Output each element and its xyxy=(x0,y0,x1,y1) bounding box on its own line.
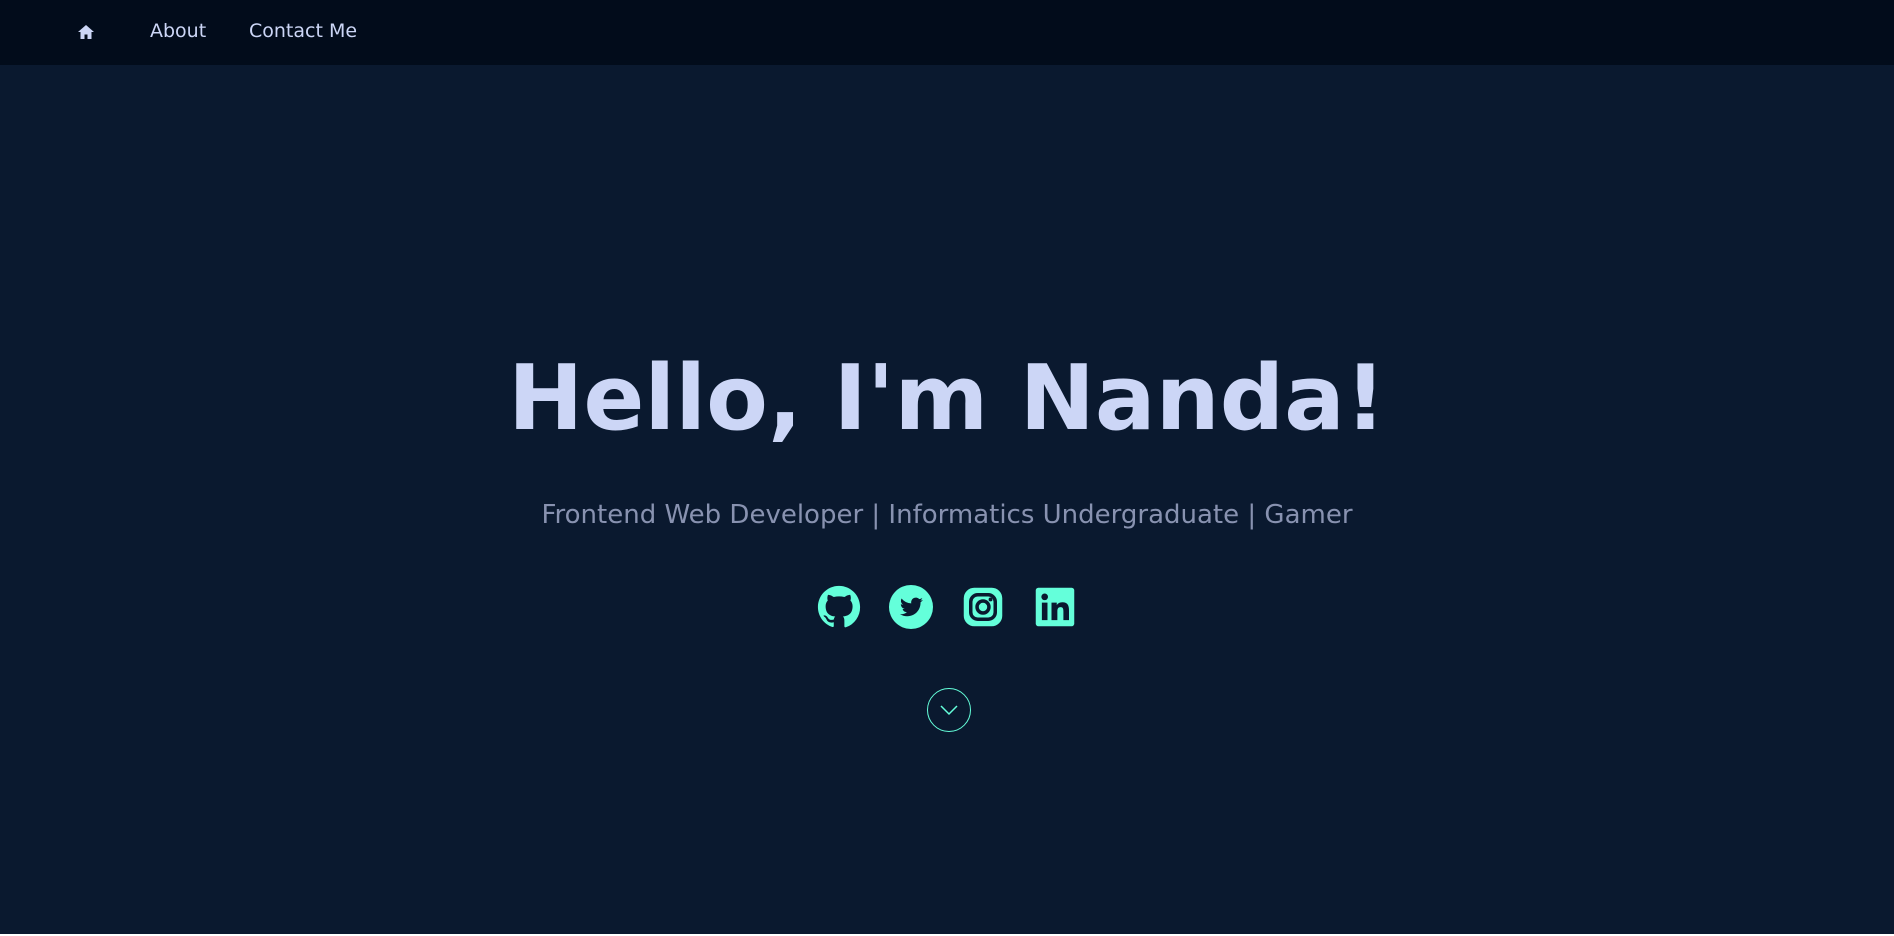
chevron-down-icon xyxy=(940,705,958,716)
hero-title: Hello, I'm Nanda! xyxy=(508,346,1386,451)
instagram-link[interactable] xyxy=(961,585,1005,629)
linkedin-link[interactable] xyxy=(1033,585,1077,629)
twitter-icon xyxy=(889,585,933,629)
social-links xyxy=(0,585,1894,629)
hero-subtitle: Frontend Web Developer | Informatics Und… xyxy=(541,500,1353,530)
home-icon xyxy=(78,25,94,39)
page: About Contact Me Hello, I'm Nanda! Front… xyxy=(0,0,1894,934)
hero-section: Hello, I'm Nanda! Frontend Web Developer… xyxy=(0,65,1894,934)
twitter-link[interactable] xyxy=(889,585,933,629)
github-icon xyxy=(817,585,861,628)
nav-link-contact[interactable]: Contact Me xyxy=(249,19,357,43)
github-link[interactable] xyxy=(817,585,861,629)
nav-home-link[interactable] xyxy=(76,22,96,42)
instagram-icon xyxy=(963,587,1003,627)
scroll-down-button[interactable] xyxy=(927,688,971,732)
navbar: About Contact Me xyxy=(0,0,1894,65)
linkedin-icon xyxy=(1035,587,1075,627)
nav-link-about[interactable]: About xyxy=(150,19,206,43)
